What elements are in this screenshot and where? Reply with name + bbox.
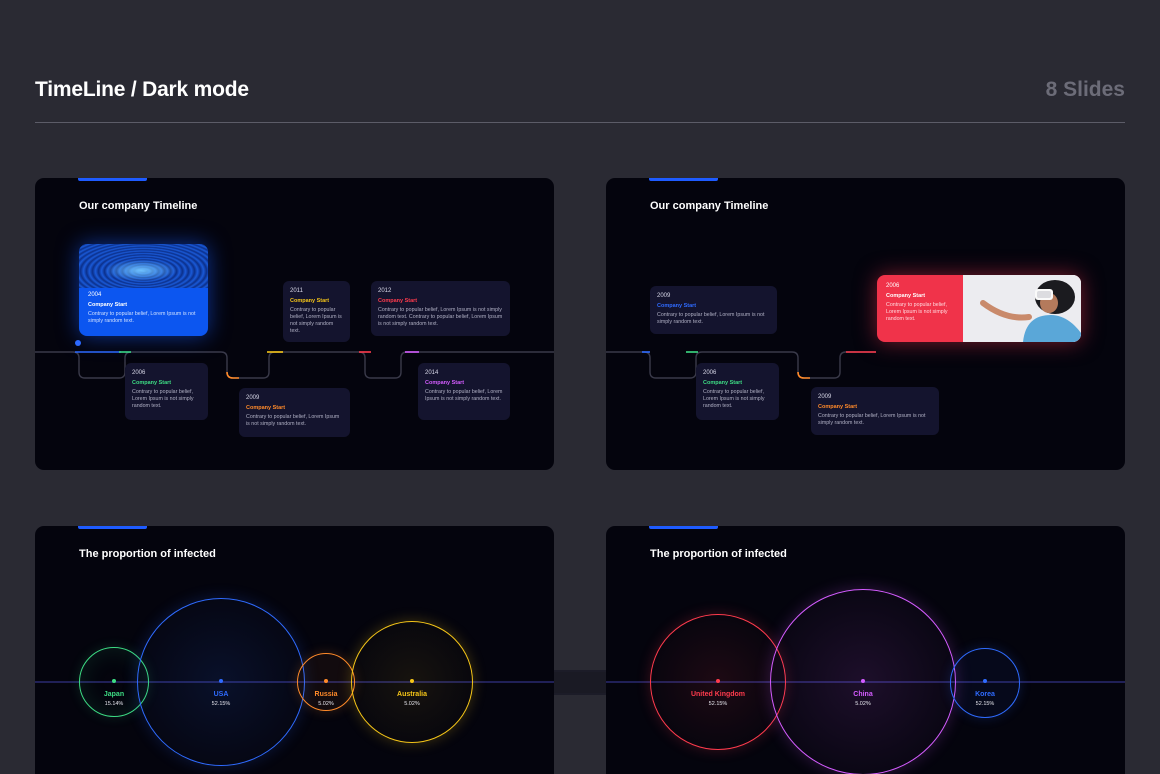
card-year: 2009 bbox=[818, 394, 832, 400]
bubble-name: United Kingdom bbox=[690, 691, 746, 698]
card-heading: Company Start bbox=[886, 293, 926, 299]
timeline-card[interactable]: 2006 Company Start Contrary to popular b… bbox=[696, 363, 779, 420]
timeline-card[interactable]: 2009 Company Start Contrary to popular b… bbox=[650, 286, 777, 334]
card-heading: Company Start bbox=[132, 380, 172, 386]
timeline-card[interactable]: 2009 Company Start Contrary to popular b… bbox=[811, 387, 939, 435]
card-body: Contrary to popular belief, Lorem Ipsum … bbox=[425, 389, 503, 402]
bubble-label: United Kingdom 52.15% bbox=[673, 679, 763, 707]
slide-timeline-a[interactable]: Our company Timeline 2004 Company Start … bbox=[35, 178, 554, 470]
bubble-pin bbox=[112, 679, 116, 683]
bubble-value: 52.15% bbox=[211, 701, 231, 707]
card-body: Contrary to popular belief, Lorem Ipsum … bbox=[703, 389, 765, 409]
bubble-label: Russia 5.02% bbox=[281, 679, 371, 707]
card-body: Contrary to popular belief, Lorem Ipsum … bbox=[246, 414, 340, 427]
bubble-pin bbox=[324, 679, 328, 683]
card-body: Contrary to popular belief, Lorem Ipsum … bbox=[88, 311, 196, 324]
card-year: 2012 bbox=[378, 288, 392, 294]
page-title: TimeLine / Dark mode bbox=[35, 78, 249, 101]
bubble-pin bbox=[716, 679, 720, 683]
card-year: 2009 bbox=[657, 293, 671, 299]
card-body: Contrary to popular belief, Lorem Ipsum … bbox=[818, 413, 926, 426]
bubble-pin bbox=[861, 679, 865, 683]
bubble-value: 15.14% bbox=[104, 701, 124, 707]
timeline-node bbox=[75, 340, 81, 346]
bubble-pin bbox=[410, 679, 414, 683]
bubble-name: Russia bbox=[314, 691, 338, 698]
bubble-value: 52.15% bbox=[708, 701, 728, 707]
bubble-label: Australia 5.02% bbox=[367, 679, 457, 707]
bubble-name: USA bbox=[213, 691, 229, 698]
bubble-name: Korea bbox=[975, 691, 995, 698]
card-heading: Company Start bbox=[246, 405, 286, 411]
card-body: Contrary to popular belief, Lorem Ipsum … bbox=[886, 302, 948, 322]
card-heading: Company Start bbox=[290, 298, 330, 304]
bubble-value: 5.02% bbox=[404, 701, 420, 707]
card-body: Contrary to popular belief, Lorem Ipsum … bbox=[657, 312, 765, 325]
card-year: 2006 bbox=[132, 370, 146, 376]
card-year: 2011 bbox=[290, 288, 303, 294]
card-year: 2006 bbox=[886, 283, 900, 289]
bubble-pin bbox=[219, 679, 223, 683]
timeline-card[interactable]: 2009 Company Start Contrary to popular b… bbox=[239, 388, 350, 437]
card-body: Contrary to popular belief, Lorem Ipsum … bbox=[378, 307, 503, 327]
card-heading: Company Start bbox=[378, 298, 418, 304]
card-year: 2009 bbox=[246, 395, 260, 401]
bubble-name: Japan bbox=[103, 691, 125, 698]
timeline-card[interactable]: 2014 Company Start Contrary to popular b… bbox=[418, 363, 510, 420]
bubble-name: Australia bbox=[397, 691, 427, 698]
card-year: 2014 bbox=[425, 370, 439, 376]
card-body: Contrary to popular belief, Lorem Ipsum … bbox=[290, 307, 342, 334]
slide-timeline-b[interactable]: Our company Timeline 2009 Company Start … bbox=[606, 178, 1125, 470]
bubble-label: Japan 15.14% bbox=[69, 679, 159, 707]
card-body: Contrary to popular belief, Lorem Ipsum … bbox=[132, 389, 194, 409]
bubble-label: USA 52.15% bbox=[176, 679, 266, 707]
timeline-card-featured[interactable]: 2004 Company Start Contrary to popular b… bbox=[79, 244, 208, 336]
card-heading: Company Start bbox=[818, 404, 858, 410]
card-image-vr-person bbox=[963, 275, 1081, 342]
bubble-pin bbox=[983, 679, 987, 683]
bubble-name: China bbox=[853, 691, 873, 698]
header-divider bbox=[35, 122, 1125, 123]
bubble-label: Korea 52.15% bbox=[940, 679, 1030, 707]
bubble-value: 5.02% bbox=[318, 701, 334, 707]
card-year: 2004 bbox=[88, 292, 102, 298]
slide-bubbles-b[interactable]: The proportion of infected United Kingdo… bbox=[606, 526, 1125, 774]
bubble-label: China 5.02% bbox=[818, 679, 908, 707]
timeline-card[interactable]: 2011 Company Start Contrary to popular b… bbox=[283, 281, 350, 342]
timeline-card[interactable]: 2006 Company Start Contrary to popular b… bbox=[125, 363, 208, 420]
timeline-card[interactable]: 2012 Company Start Contrary to popular b… bbox=[371, 281, 510, 336]
card-heading: Company Start bbox=[425, 380, 465, 386]
card-heading: Company Start bbox=[703, 380, 743, 386]
bubble-value: 5.02% bbox=[855, 701, 871, 707]
card-heading: Company Start bbox=[657, 303, 697, 309]
bubble-value: 52.15% bbox=[975, 701, 995, 707]
slide-bubbles-a[interactable]: The proportion of infected Japan 15.14% … bbox=[35, 526, 554, 774]
card-heading: Company Start bbox=[88, 302, 128, 308]
card-year: 2006 bbox=[703, 370, 717, 376]
timeline-card-featured[interactable]: 2006 Company Start Contrary to popular b… bbox=[877, 275, 1081, 342]
slide-count: 8 Slides bbox=[1045, 78, 1125, 101]
card-image-tech bbox=[79, 244, 208, 288]
